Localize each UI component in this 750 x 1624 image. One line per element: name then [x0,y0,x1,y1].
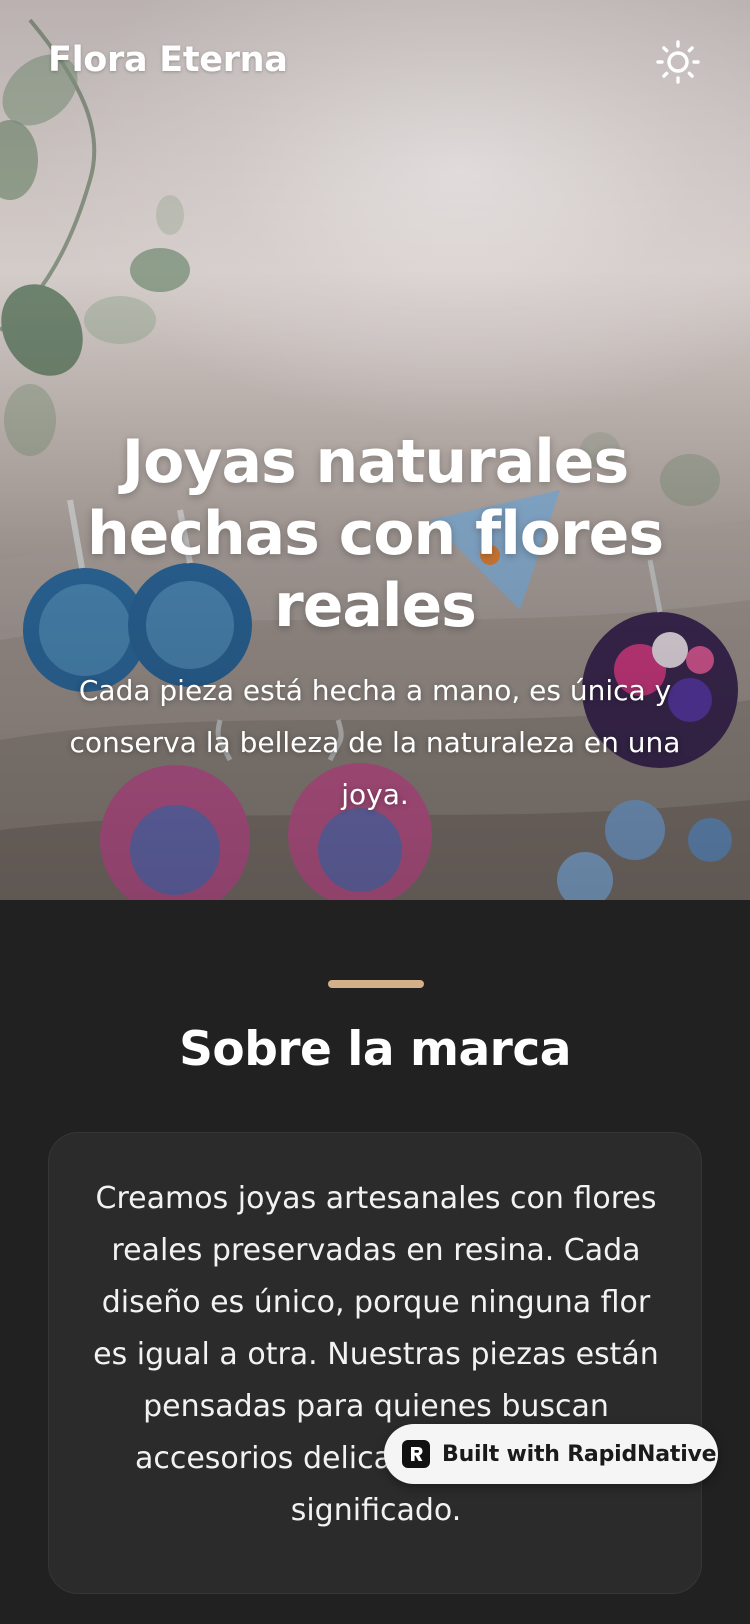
sun-icon [656,40,700,84]
hero-section: Flora Eterna Joyas naturales hechas con … [0,0,750,900]
theme-toggle-button[interactable] [652,36,704,88]
about-title: Sobre la marca [179,1022,571,1077]
rapidnative-logo-icon [402,1440,430,1468]
brand-logo-text[interactable]: Flora Eterna [48,40,288,80]
about-card: Creamos joyas artesanales con flores rea… [48,1132,702,1594]
hero-subtitle: Cada pieza está hecha a mano, es única y… [69,674,681,811]
section-accent-divider [328,980,424,988]
badge-label: Built with RapidNative [442,1441,717,1467]
about-section: Sobre la marca Creamos joyas artesanales… [0,900,750,1624]
hero-title: Joyas naturales hechas con flores reales [86,427,664,641]
built-with-badge[interactable]: Built with RapidNative [384,1424,718,1484]
